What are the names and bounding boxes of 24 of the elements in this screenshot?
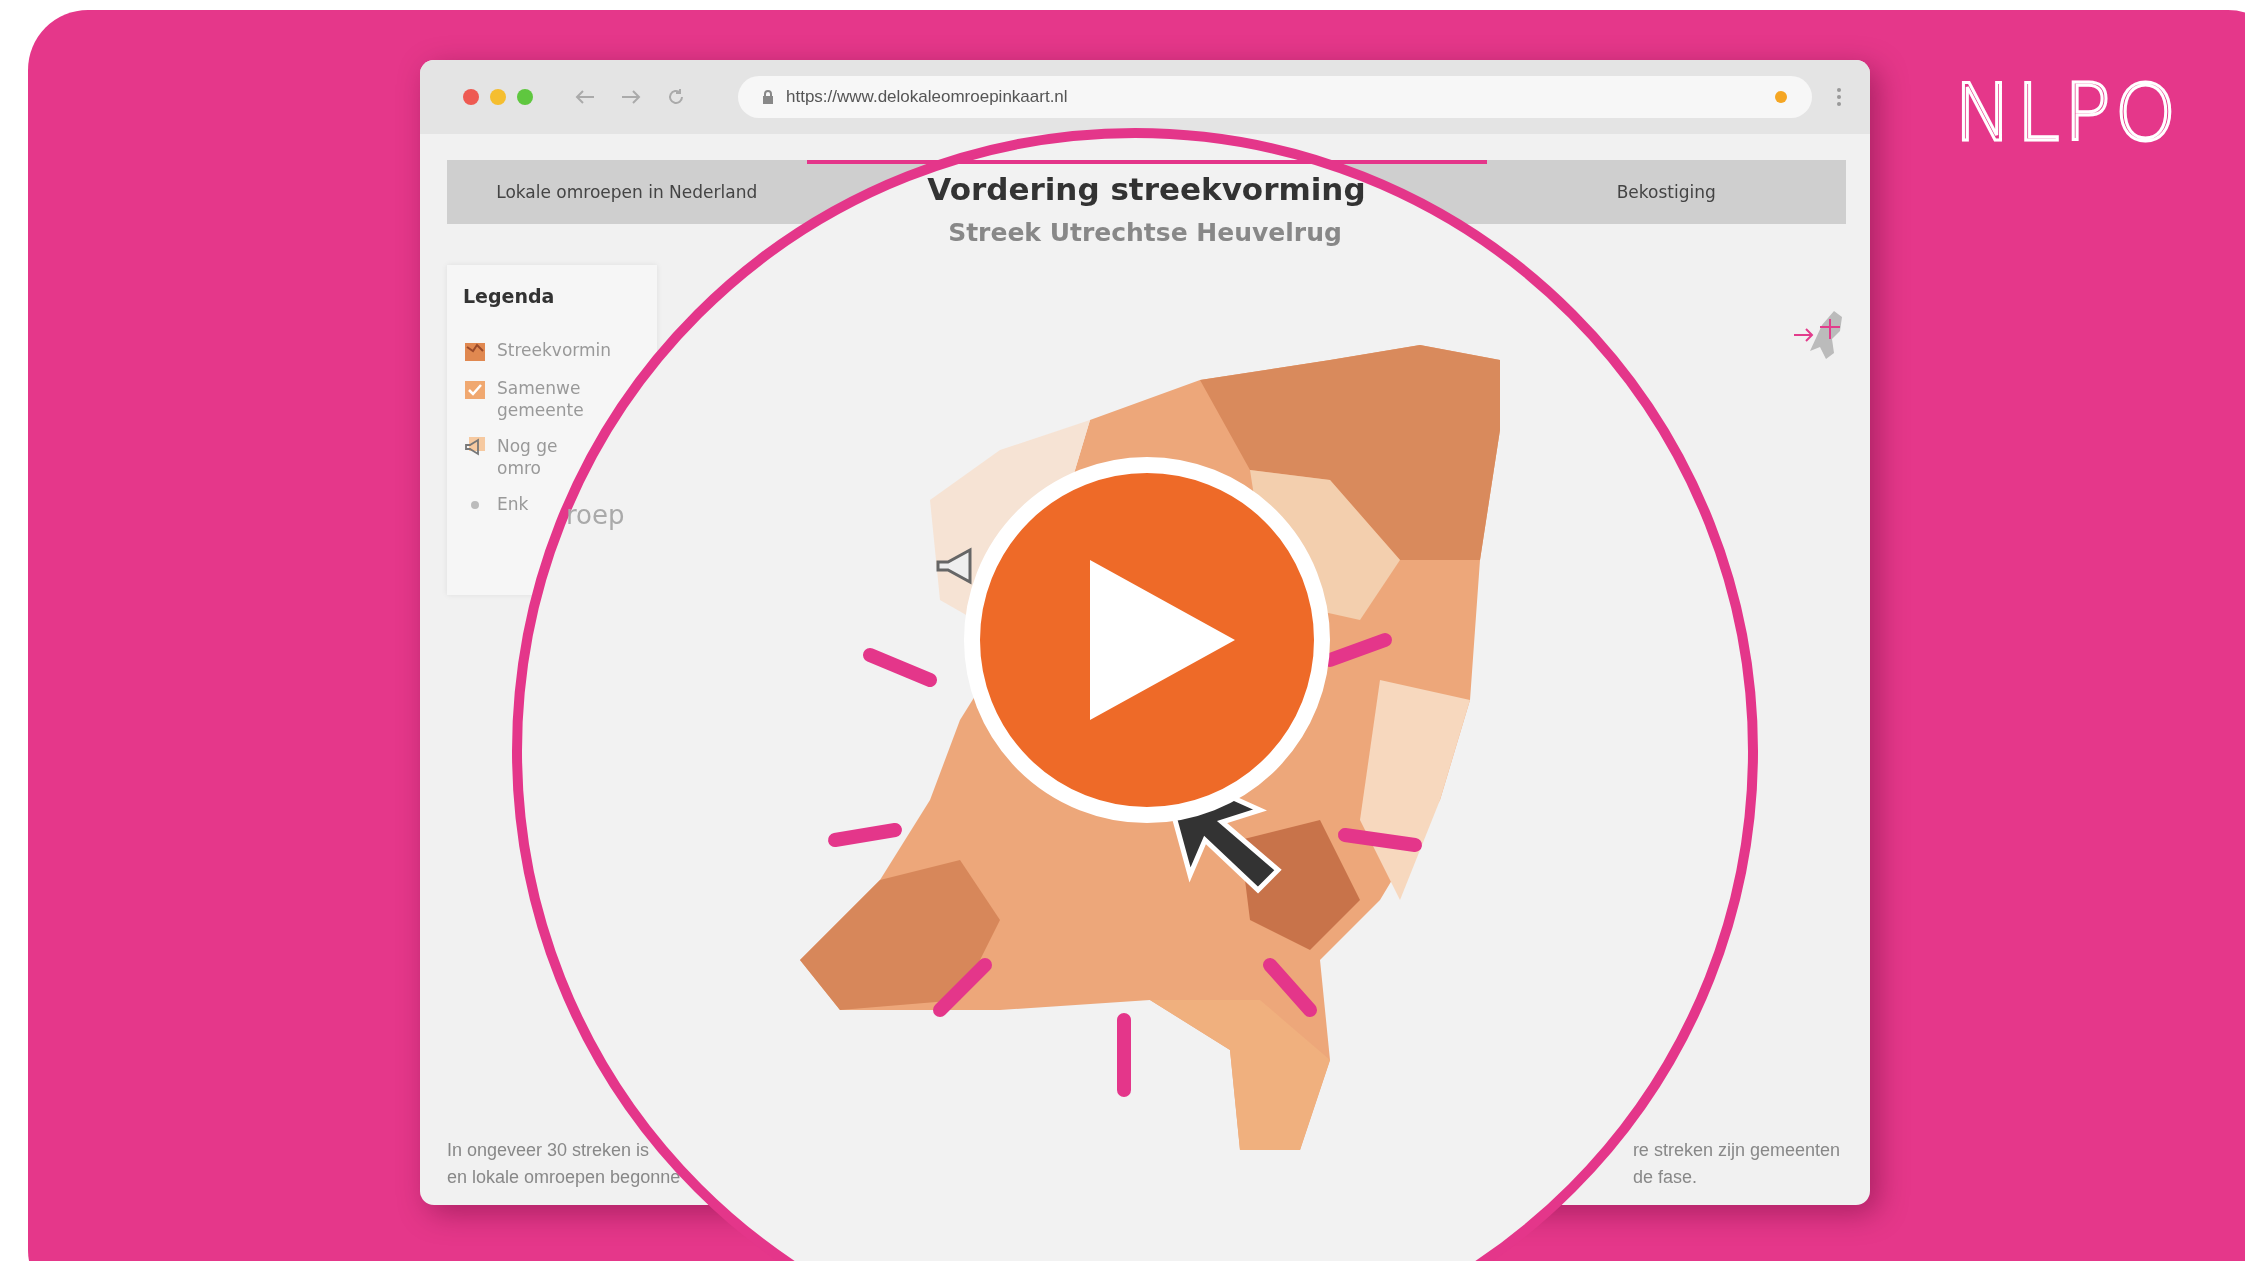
- description-text: re streken zijn gemeenten: [1632, 1139, 1840, 1162]
- legend-label: Enk: [497, 493, 529, 516]
- address-bar[interactable]: https://www.delokaleomroepinkaart.nl: [738, 76, 1812, 118]
- window-controls-icon[interactable]: [462, 88, 534, 106]
- megaphone-icon: [936, 547, 972, 585]
- legend-label: gemeente: [497, 399, 584, 422]
- forward-icon[interactable]: [620, 88, 642, 106]
- logo: NLPO: [1954, 70, 2204, 170]
- play-button[interactable]: [964, 457, 1330, 823]
- legend-label: Streekvormin: [497, 339, 612, 362]
- map-label: roep: [566, 500, 625, 530]
- legend-title: Legenda: [463, 285, 556, 307]
- menu-icon[interactable]: [1836, 87, 1842, 107]
- reload-icon[interactable]: [666, 87, 686, 107]
- back-icon[interactable]: [574, 88, 596, 106]
- description-text: de fase.: [1632, 1166, 1697, 1189]
- url-text: https://www.delokaleomroepinkaart.nl: [786, 87, 1068, 107]
- dot-icon: [471, 501, 479, 510]
- description-text: en lokale omroepen begonne: [447, 1166, 681, 1189]
- legend-label: Nog ge: [497, 435, 558, 458]
- legend-label: omro: [497, 457, 542, 480]
- legend-label: Samenwe: [497, 377, 582, 400]
- lock-icon: [762, 90, 774, 104]
- description-text: In ongeveer 30 streken is: [447, 1139, 651, 1162]
